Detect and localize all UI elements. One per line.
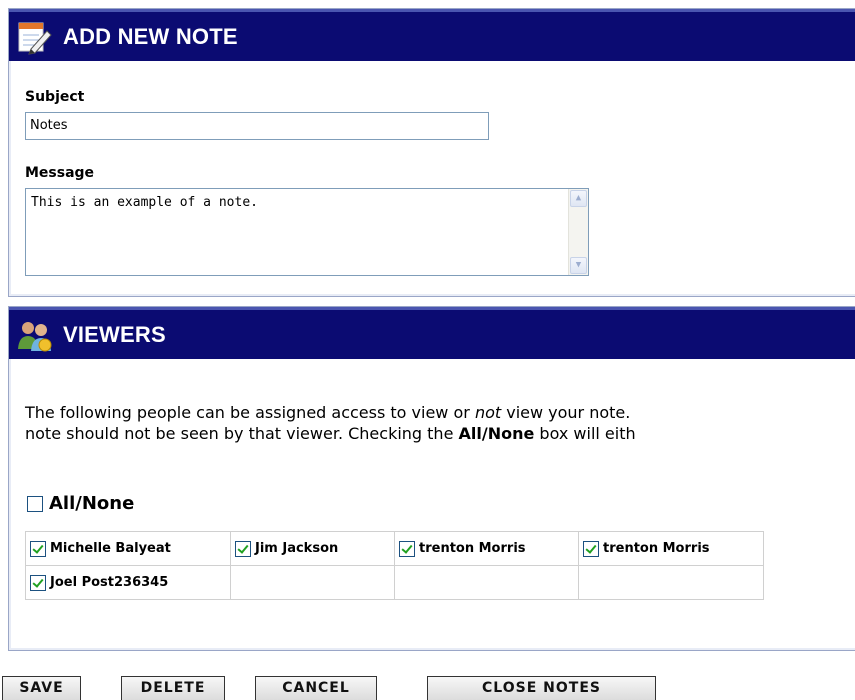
scroll-down-icon[interactable]: ▼ <box>570 257 587 274</box>
close-notes-button[interactable]: CLOSE NOTES <box>427 676 656 700</box>
subject-input[interactable]: Notes <box>25 112 489 140</box>
message-label: Message <box>25 165 95 181</box>
table-row: Joel Post236345 <box>25 565 764 600</box>
delete-button[interactable]: DELETE <box>121 676 225 700</box>
add-note-header: ADD NEW NOTE <box>9 9 855 61</box>
viewer-checkbox[interactable] <box>399 540 415 557</box>
viewer-checkbox[interactable] <box>30 540 46 557</box>
viewer-checkbox[interactable] <box>30 574 46 591</box>
all-none-label: All/None <box>49 493 135 514</box>
add-note-title: ADD NEW NOTE <box>63 23 238 49</box>
viewer-cell[interactable]: trenton Morris <box>394 531 579 566</box>
viewer-cell[interactable]: Joel Post236345 <box>25 565 231 600</box>
empty-cell <box>394 565 579 600</box>
viewers-panel: VIEWERS The following people can be assi… <box>8 306 855 651</box>
message-text: This is an example of a note. <box>31 195 258 210</box>
viewers-description: The following people can be assigned acc… <box>25 403 636 443</box>
viewer-cell[interactable]: Michelle Balyeat <box>25 531 231 566</box>
subject-label: Subject <box>25 89 85 105</box>
viewers-title: VIEWERS <box>63 321 166 347</box>
table-row: Michelle Balyeat Jim Jackson trenton Mor… <box>25 531 764 566</box>
viewer-name: trenton Morris <box>419 541 526 556</box>
viewers-table: Michelle Balyeat Jim Jackson trenton Mor… <box>25 531 764 600</box>
people-group-icon <box>15 315 55 355</box>
viewer-cell[interactable]: trenton Morris <box>578 531 764 566</box>
all-none-toggle[interactable]: All/None <box>27 493 134 514</box>
empty-cell <box>230 565 395 600</box>
viewers-header: VIEWERS <box>9 307 855 359</box>
scroll-up-icon[interactable]: ▲ <box>570 190 587 207</box>
message-scrollbar[interactable]: ▲ ▼ <box>568 189 588 275</box>
viewer-name: Jim Jackson <box>255 541 339 556</box>
viewer-name: Joel Post236345 <box>50 575 169 590</box>
viewer-checkbox[interactable] <box>583 540 599 557</box>
viewer-checkbox[interactable] <box>235 540 251 557</box>
viewer-cell[interactable]: Jim Jackson <box>230 531 395 566</box>
add-note-panel: ADD NEW NOTE Subject Notes Message This … <box>8 8 855 297</box>
save-button[interactable]: SAVE <box>2 676 81 700</box>
viewer-name: trenton Morris <box>603 541 710 556</box>
message-textarea[interactable]: This is an example of a note. ▲ ▼ <box>25 188 589 276</box>
cancel-button[interactable]: CANCEL <box>255 676 377 700</box>
viewer-name: Michelle Balyeat <box>50 541 171 556</box>
empty-cell <box>578 565 764 600</box>
notepad-pencil-icon <box>15 17 55 57</box>
all-none-checkbox[interactable] <box>27 495 43 512</box>
